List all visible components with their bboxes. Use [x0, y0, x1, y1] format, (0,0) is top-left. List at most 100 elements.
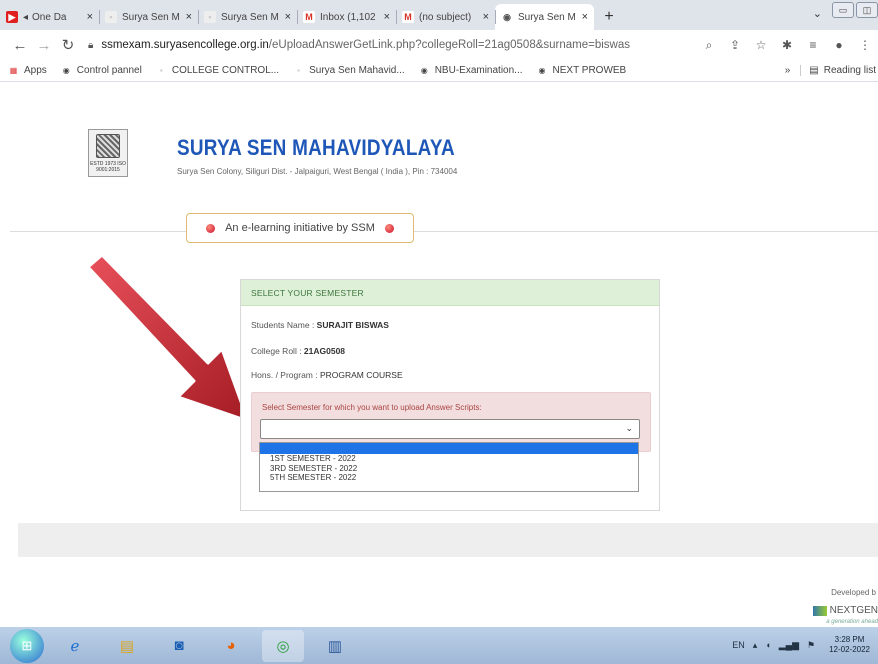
globe-icon: ◉: [420, 66, 428, 75]
select-semester-label: Select Semester for which you want to up…: [262, 403, 482, 412]
tab-close-icon[interactable]: ×: [582, 11, 588, 23]
menu-icon[interactable]: ⋮: [852, 38, 878, 52]
bookmark-nbu-examination[interactable]: ◉ NBU-Examination...: [419, 65, 523, 76]
semester-dropdown-list: 1ST SEMESTER - 2022 3RD SEMESTER - 2022 …: [259, 442, 639, 492]
emblem-icon: [96, 134, 120, 158]
semester-select[interactable]: ⌄: [260, 419, 640, 439]
clock-date: 12-02-2022: [829, 645, 870, 654]
developer-tagline: a generation ahead: [826, 619, 878, 625]
address-bar[interactable]: 🔒︎ ssmexam.suryasencollege.org.in/eUploa…: [88, 34, 696, 56]
tab-close-icon[interactable]: ×: [483, 11, 489, 23]
tab-close-icon[interactable]: ×: [285, 11, 291, 23]
college-roll: 21AG0508: [303, 346, 346, 356]
new-tab-button[interactable]: +: [594, 4, 624, 30]
tab-title: Surya Sen M: [221, 11, 279, 23]
reload-icon[interactable]: ↻: [56, 36, 80, 54]
footer-bar: [18, 523, 878, 557]
maximize-button[interactable]: ◫: [856, 2, 878, 18]
tab-favicon-icon: ▶: [6, 11, 18, 23]
page-content: ESTD 1973 ISO 9001:2015 SURYA SEN MAHAVI…: [0, 83, 878, 627]
tab-0[interactable]: ▶ ◂ One Da ×: [0, 4, 99, 30]
divider: [10, 231, 878, 232]
profile-avatar-icon[interactable]: ●: [826, 38, 852, 52]
dropdown-option-5th-semester[interactable]: 5TH SEMESTER - 2022: [260, 473, 638, 483]
network-icon[interactable]: ▂▄▆: [779, 640, 799, 651]
student-name-row: Students Name : SURAJIT BISWAS: [251, 320, 389, 330]
college-logo: ESTD 1973 ISO 9001:2015: [88, 129, 128, 177]
tab-favicon-icon: M: [402, 11, 414, 23]
dropdown-option-1st-semester[interactable]: 1ST SEMESTER - 2022: [260, 454, 638, 464]
window-controls: ▭ ◫: [832, 2, 878, 18]
word-icon[interactable]: ▥: [314, 630, 356, 662]
bookmark-surya-sen[interactable]: ▪ Surya Sen Mahavid...: [293, 65, 405, 76]
url-host: ssmexam.suryasencollege.org.in: [101, 39, 269, 51]
reading-list-icon: ▤: [800, 65, 819, 76]
tab-favicon-icon: ▪: [105, 11, 117, 23]
media-queue-icon[interactable]: ≡: [800, 38, 826, 52]
ie-icon[interactable]: ℯ: [54, 630, 96, 662]
dropdown-option-3rd-semester[interactable]: 3RD SEMESTER - 2022: [260, 464, 638, 474]
outlook-icon[interactable]: ◙: [158, 630, 200, 662]
clock-time: 3:28 PM: [834, 635, 865, 644]
apps-grid-icon: ▦: [9, 66, 18, 75]
forward-icon[interactable]: →: [32, 37, 56, 54]
elearning-tagline: An e-learning initiative by SSM: [225, 222, 375, 234]
start-button[interactable]: ⊞: [10, 628, 44, 663]
tab-close-icon[interactable]: ×: [87, 11, 93, 23]
panel-heading: SELECT YOUR SEMESTER: [241, 280, 659, 306]
bookmark-star-icon[interactable]: ☆: [748, 38, 774, 52]
back-icon[interactable]: ←: [8, 37, 32, 54]
extensions-icon[interactable]: ✱: [774, 38, 800, 52]
bookmark-college-control[interactable]: ▪ COLLEGE CONTROL...: [156, 65, 279, 76]
dropdown-option-blank[interactable]: [260, 443, 638, 454]
chevron-down-icon: ⌄: [625, 423, 633, 433]
tab-title: (no subject): [419, 11, 472, 23]
reading-list-button[interactable]: Reading list: [824, 65, 876, 76]
tab-favicon-icon: ◉: [501, 11, 513, 23]
url-path: /eUploadAnswerGetLink.php?collegeRoll=21…: [268, 39, 631, 51]
windows-taskbar: ⊞ ℯ ▤ ◙ ◕ ◎ ▥ EN ▴ ◖ ▂▄▆ ⚑ 3:28 PM 12-02…: [0, 627, 878, 664]
globe-icon: ◉: [62, 66, 70, 75]
tab-title: Surya Sen M: [518, 11, 576, 23]
page-icon: ▪: [159, 66, 163, 75]
site-address: Surya Sen Colony, Siliguri Dist. - Jalpa…: [177, 167, 458, 176]
nextgen-logo-icon: [812, 605, 827, 616]
tab-audio-icon: ◂: [23, 11, 29, 23]
folder-icon[interactable]: ▤: [106, 630, 148, 662]
tab-title: Inbox (1,102: [320, 11, 376, 23]
logo-text: ESTD 1973 ISO 9001:2015: [90, 161, 126, 173]
college-roll-row: College Roll : 21AG0508: [251, 346, 346, 356]
red-arrow-annotation: [86, 253, 250, 423]
tab-1[interactable]: ▪ Surya Sen M ×: [99, 4, 198, 30]
bookmark-next-proweb[interactable]: ◉ NEXT PROWEB: [537, 65, 627, 76]
flag-icon[interactable]: ⚑: [807, 640, 815, 651]
clock[interactable]: 3:28 PM 12-02-2022: [829, 635, 870, 655]
lock-icon: 🔒︎: [88, 39, 94, 51]
tab-4[interactable]: M (no subject) ×: [396, 4, 495, 30]
tab-2[interactable]: ▪ Surya Sen M ×: [198, 4, 297, 30]
volume-icon[interactable]: ◖: [765, 640, 770, 650]
system-tray: EN ▴ ◖ ▂▄▆ ⚑ 3:28 PM 12-02-2022: [732, 635, 870, 655]
firefox-icon[interactable]: ◕: [210, 630, 252, 662]
tab-search-icon[interactable]: ⌄: [813, 7, 822, 20]
site-title: SURYA SEN MAHAVIDYALAYA: [177, 135, 455, 160]
share-icon[interactable]: ⇪: [722, 38, 748, 52]
tab-close-icon[interactable]: ×: [384, 11, 390, 23]
more-bookmarks-icon[interactable]: »: [785, 65, 791, 76]
bookmark-control-pannel[interactable]: ◉ Control pannel: [61, 65, 142, 76]
program: PROGRAM COURSE: [319, 370, 403, 380]
tab-3[interactable]: M Inbox (1,102 ×: [297, 4, 396, 30]
minimize-button[interactable]: ▭: [832, 2, 854, 18]
tab-close-icon[interactable]: ×: [186, 11, 192, 23]
program-row: Hons. / Program : PROGRAM COURSE: [251, 370, 403, 380]
zoom-icon[interactable]: ⌕: [696, 38, 722, 53]
bookmark-apps[interactable]: ▦ Apps: [8, 65, 47, 76]
page-icon: ▪: [297, 66, 301, 75]
tab-5[interactable]: ◉ Surya Sen M ×: [495, 4, 594, 30]
globe-icon: ◉: [538, 66, 546, 75]
chrome-icon[interactable]: ◎: [262, 629, 304, 662]
tab-favicon-icon: ▪: [204, 11, 216, 23]
tray-arrow-icon[interactable]: ▴: [753, 640, 758, 651]
red-bullet-icon: [206, 223, 216, 233]
language-indicator[interactable]: EN: [732, 640, 745, 650]
